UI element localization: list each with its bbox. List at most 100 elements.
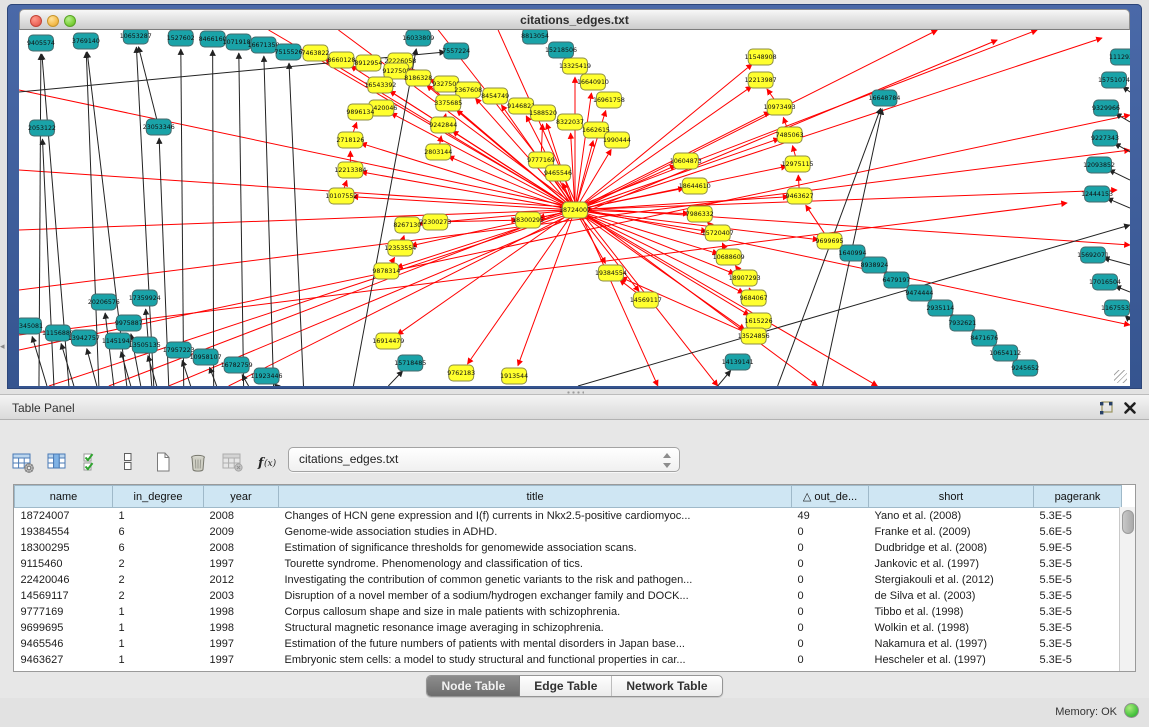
table-cell[interactable]: Changes of HCN gene expression and I(f) … xyxy=(279,508,792,525)
table-cell[interactable]: Dudbridge et al. (2008) xyxy=(869,540,1034,556)
graph-node[interactable]: 8186328 xyxy=(404,70,432,86)
table-cell[interactable]: 2 xyxy=(113,572,204,588)
canvas-resize-grip[interactable] xyxy=(1114,370,1127,383)
graph-node[interactable]: 1527602 xyxy=(167,30,195,46)
graph-node[interactable]: 11923446 xyxy=(251,368,283,384)
table-cell[interactable]: 9777169 xyxy=(15,604,113,620)
table-cell[interactable]: 14569117 xyxy=(15,588,113,604)
graph-node[interactable]: 1913544 xyxy=(500,368,528,384)
table-row[interactable]: 1456911722003Disruption of a novel membe… xyxy=(15,588,1122,604)
table-row[interactable]: 946362711997Embryonic stem cells: a mode… xyxy=(15,652,1122,668)
graph-node[interactable]: 12213384 xyxy=(334,162,366,178)
table-cell[interactable]: Corpus callosum shape and size in male p… xyxy=(279,604,792,620)
graph-node[interactable]: 8813054 xyxy=(521,30,549,44)
table-cell[interactable]: 6 xyxy=(113,524,204,540)
graph-node[interactable]: 9227343 xyxy=(1091,130,1119,146)
column-header-pagerank[interactable]: pagerank xyxy=(1034,486,1122,508)
column-header-name[interactable]: name xyxy=(15,486,113,508)
table-row[interactable]: 2242004622012Investigating the contribut… xyxy=(15,572,1122,588)
network-canvas[interactable]: 18724007 8660128 8912954 22226058 912750… xyxy=(19,30,1130,386)
table-cell[interactable]: 18724007 xyxy=(15,508,113,525)
table-cell[interactable]: 1 xyxy=(113,620,204,636)
table-cell[interactable]: 2003 xyxy=(204,588,279,604)
tab-node-table[interactable]: Node Table xyxy=(427,676,520,696)
graph-edge[interactable] xyxy=(583,139,780,208)
table-cell[interactable]: 19384554 xyxy=(15,524,113,540)
graph-node[interactable]: 13942757 xyxy=(68,330,100,346)
graph-node[interactable]: 2053122 xyxy=(28,120,56,136)
table-cell[interactable]: 0 xyxy=(792,556,869,572)
graph-edge[interactable] xyxy=(181,49,184,386)
graph-node[interactable]: 18724007 xyxy=(559,202,591,218)
table-cell[interactable]: 9699695 xyxy=(15,620,113,636)
graph-node[interactable]: 9465546 xyxy=(544,165,572,181)
table-cell[interactable]: 5.3E-5 xyxy=(1034,636,1122,652)
table-row[interactable]: 1872400712008Changes of HCN gene express… xyxy=(15,508,1122,525)
table-cell[interactable]: 0 xyxy=(792,604,869,620)
table-cell[interactable]: 9465546 xyxy=(15,636,113,652)
table-cell[interactable]: 6 xyxy=(113,540,204,556)
graph-node[interactable]: 10653287 xyxy=(120,30,152,44)
table-cell[interactable]: Franke et al. (2009) xyxy=(869,524,1034,540)
table-cell[interactable]: Tibbo et al. (1998) xyxy=(869,604,1034,620)
table-cell[interactable]: 5.3E-5 xyxy=(1034,508,1122,525)
graph-node[interactable]: 12353554 xyxy=(384,240,416,256)
memory-status-icon[interactable] xyxy=(1124,703,1139,718)
table-cell[interactable]: 1997 xyxy=(204,636,279,652)
graph-node[interactable]: 19384554 xyxy=(595,265,627,281)
graph-node[interactable]: 1112934 xyxy=(1109,49,1130,65)
table-cell[interactable]: 0 xyxy=(792,620,869,636)
table-cell[interactable]: 5.3E-5 xyxy=(1034,588,1122,604)
graph-node[interactable]: 9975887 xyxy=(115,315,143,331)
graph-node[interactable]: 15720407 xyxy=(702,225,734,241)
table-cell[interactable]: 5.3E-5 xyxy=(1034,604,1122,620)
column-header-out_de[interactable]: △ out_de... xyxy=(792,486,869,508)
graph-node[interactable]: 2803144 xyxy=(424,144,452,160)
table-cell[interactable]: 0 xyxy=(792,588,869,604)
table-cell[interactable]: 0 xyxy=(792,636,869,652)
collapse-arrow-icon[interactable]: ◂ xyxy=(0,341,5,352)
tab-network-table[interactable]: Network Table xyxy=(612,676,721,696)
table-cell[interactable]: 2012 xyxy=(204,572,279,588)
graph-node[interactable]: 9699695 xyxy=(816,233,844,249)
graph-node[interactable]: 7932621 xyxy=(948,315,976,331)
table-cell[interactable]: Jankovic et al. (1997) xyxy=(869,556,1034,572)
citation-network-graph[interactable]: 18724007 8660128 8912954 22226058 912750… xyxy=(19,30,1130,386)
table-cell[interactable]: 1998 xyxy=(204,604,279,620)
table-cell[interactable]: 9463627 xyxy=(15,652,113,668)
table-cell[interactable]: Yano et al. (2008) xyxy=(869,508,1034,525)
graph-edge[interactable] xyxy=(1107,198,1130,208)
table-cell[interactable]: 5.9E-5 xyxy=(1034,540,1122,556)
table-row[interactable]: 1938455462009Genome-wide association stu… xyxy=(15,524,1122,540)
graph-node[interactable]: 16782759 xyxy=(221,357,253,373)
graph-edge[interactable] xyxy=(718,371,731,387)
table-cell[interactable]: 0 xyxy=(792,540,869,556)
graph-node[interactable]: 6479197 xyxy=(882,272,910,288)
table-row[interactable]: 977716911998Corpus callosum shape and si… xyxy=(15,604,1122,620)
graph-node[interactable]: 1588520 xyxy=(529,105,557,121)
graph-node[interactable]: 16914479 xyxy=(372,333,404,349)
graph-node[interactable]: 3375685 xyxy=(434,95,462,111)
delete-column-icon[interactable] xyxy=(185,449,211,475)
table-cell[interactable]: 18300295 xyxy=(15,540,113,556)
graph-node[interactable]: 15218506 xyxy=(545,42,577,58)
table-cell[interactable]: 5.3E-5 xyxy=(1034,556,1122,572)
graph-node[interactable]: 2935114 xyxy=(926,300,954,316)
table-cell[interactable]: 2 xyxy=(113,588,204,604)
graph-edge[interactable] xyxy=(353,122,357,132)
table-cell[interactable]: Estimation of significance thresholds fo… xyxy=(279,540,792,556)
graph-node[interactable]: 9896134 xyxy=(346,104,374,120)
table-cell[interactable]: 2 xyxy=(113,556,204,572)
table-scrollbar[interactable] xyxy=(1119,507,1135,671)
close-panel-icon[interactable] xyxy=(1121,399,1139,417)
graph-node[interactable]: 16640910 xyxy=(577,74,609,90)
function-builder-icon[interactable]: f (x) xyxy=(255,449,281,475)
table-cell[interactable]: Disruption of a novel member of a sodium… xyxy=(279,588,792,604)
graph-edge[interactable] xyxy=(793,146,796,157)
graph-edge[interactable] xyxy=(289,63,303,386)
graph-node[interactable]: 8322037 xyxy=(556,114,584,130)
graph-node[interactable]: 12444153 xyxy=(1081,186,1113,202)
window-title-bar[interactable]: citations_edges.txt xyxy=(19,9,1130,30)
graph-node[interactable]: 22300273 xyxy=(419,214,451,230)
graph-node[interactable]: 10973493 xyxy=(764,99,796,115)
